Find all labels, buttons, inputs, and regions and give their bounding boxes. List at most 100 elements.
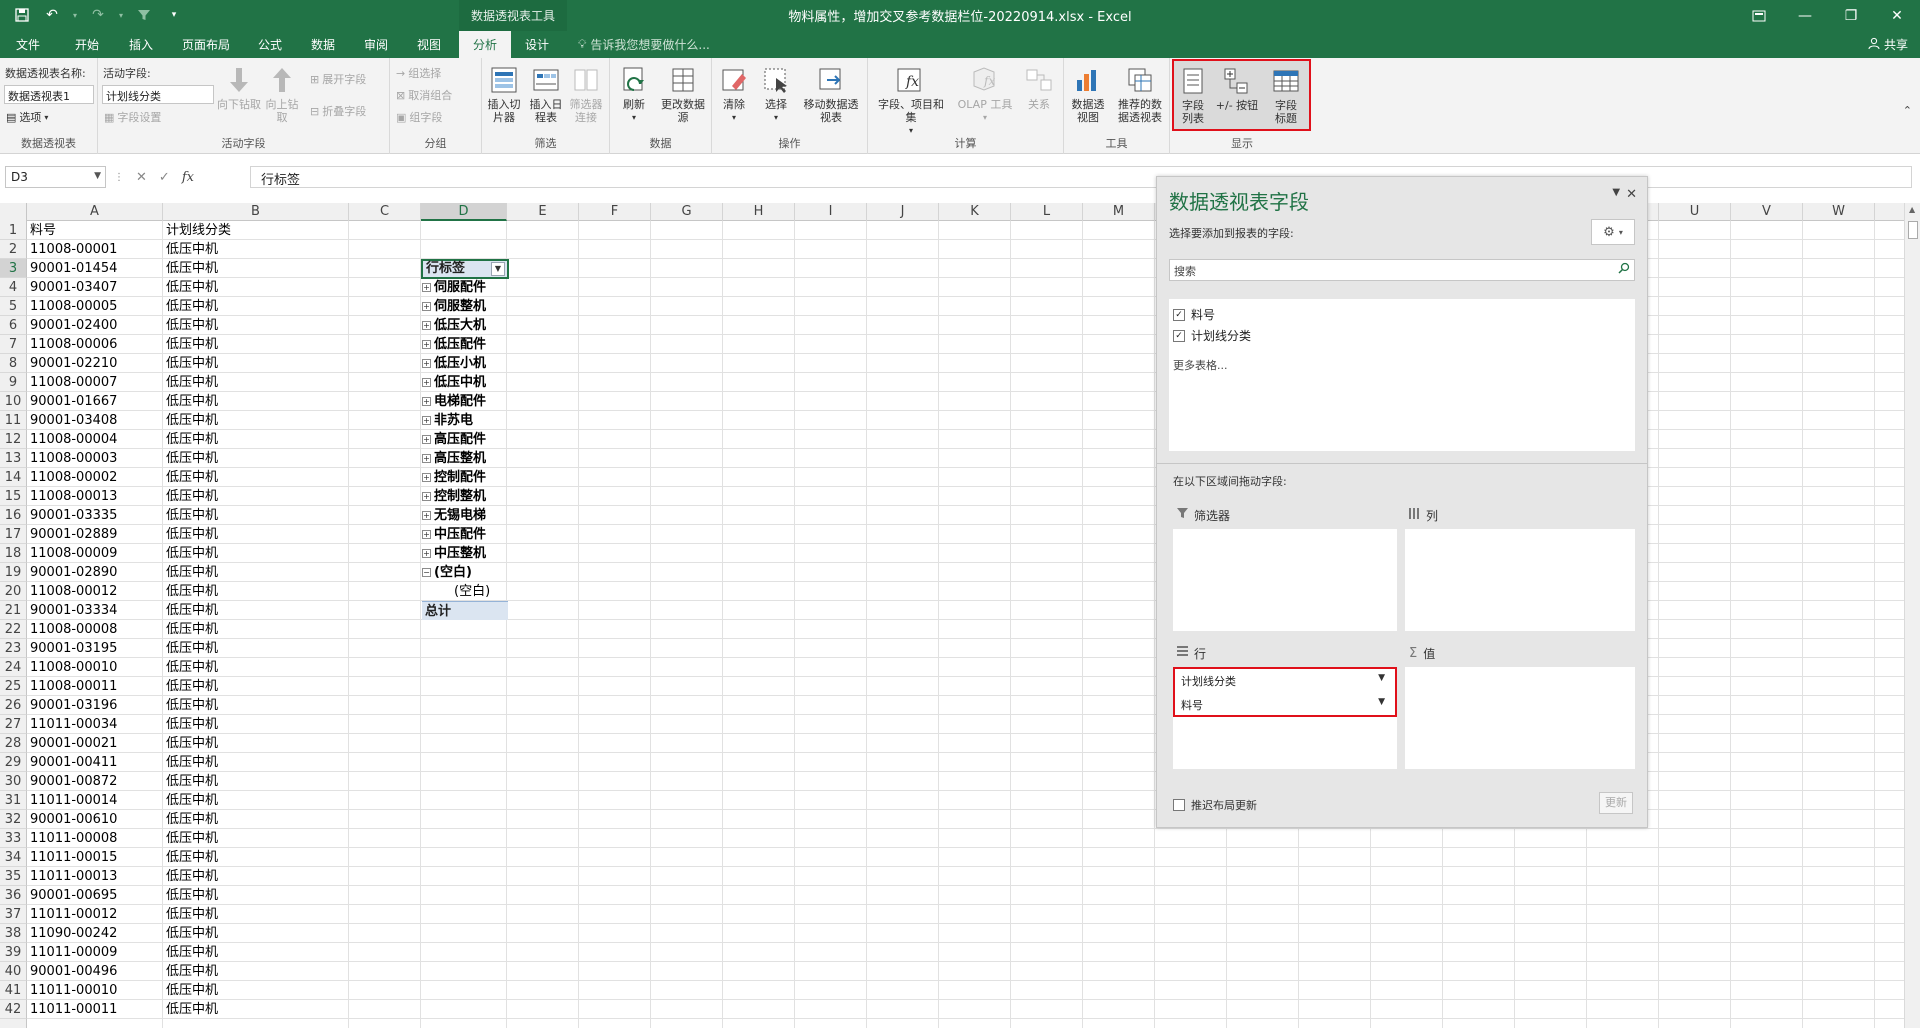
defer-update-option[interactable]: 推迟布局更新	[1173, 797, 1257, 813]
cell-b[interactable]: 低压中机	[163, 829, 349, 848]
cell-b[interactable]: 低压中机	[163, 867, 349, 886]
field-item[interactable]: ✓ 料号	[1173, 306, 1215, 323]
row-header[interactable]: 24	[0, 658, 27, 677]
pivot-chart-button[interactable]: 数据透视图	[1066, 64, 1110, 124]
pivot-name-input[interactable]: 数据透视表1	[4, 85, 94, 104]
cell-a[interactable]: 11011-00012	[27, 905, 163, 924]
checkbox-unchecked[interactable]	[1173, 799, 1185, 811]
cell-b[interactable]: 低压中机	[163, 1000, 349, 1019]
close-icon[interactable]: ✕	[1626, 187, 1637, 202]
tab-design[interactable]: 设计	[516, 31, 558, 58]
tab-insert[interactable]: 插入	[121, 31, 161, 58]
expand-icon[interactable]: +	[422, 549, 431, 558]
pivot-item[interactable]: + 高压整机	[422, 449, 508, 468]
insert-timeline-button[interactable]: 插入日程表	[526, 64, 566, 124]
cell-b[interactable]: 低压中机	[163, 677, 349, 696]
row-header[interactable]: 2	[0, 240, 27, 259]
cell-a[interactable]: 90001-02889	[27, 525, 163, 544]
pivot-item[interactable]: + 高压配件	[422, 430, 508, 449]
row-header[interactable]: 8	[0, 354, 27, 373]
expand-field-button[interactable]: ⊞ 展开字段	[310, 70, 366, 88]
cell-a[interactable]: 11008-00007	[27, 373, 163, 392]
fields-items-sets-button[interactable]: fx 字段、项目和集 ▾	[872, 64, 950, 137]
row-header[interactable]: 34	[0, 848, 27, 867]
row-header[interactable]: 14	[0, 468, 27, 487]
cell-a[interactable]: 90001-03334	[27, 601, 163, 620]
cell-b[interactable]: 低压中机	[163, 240, 349, 259]
cell-b[interactable]: 低压中机	[163, 430, 349, 449]
expand-icon[interactable]: +	[422, 492, 431, 501]
scroll-up-icon[interactable]: ▲	[1909, 205, 1915, 214]
pivot-item[interactable]: + 低压小机	[422, 354, 508, 373]
redo-icon[interactable]: ↷	[86, 4, 110, 26]
expand-icon[interactable]: +	[422, 321, 431, 330]
row-header[interactable]: 1	[0, 221, 27, 240]
pivot-item[interactable]: + 电梯配件	[422, 392, 508, 411]
group-field-button[interactable]: ▣ 组字段	[396, 108, 442, 126]
row-header[interactable]: 31	[0, 791, 27, 810]
cancel-icon[interactable]: ✕	[136, 170, 147, 185]
row-header[interactable]: 35	[0, 867, 27, 886]
column-header-d[interactable]: D	[421, 203, 507, 221]
cell-b[interactable]: 低压中机	[163, 468, 349, 487]
row-header[interactable]: 19	[0, 563, 27, 582]
values-drop-zone[interactable]	[1405, 667, 1635, 769]
close-icon[interactable]: ✕	[1874, 0, 1920, 31]
pivot-item[interactable]: + 无锡电梯	[422, 506, 508, 525]
filter-connections-button[interactable]: 筛选器连接	[568, 64, 604, 124]
plus-minus-buttons-button[interactable]: +/- 按钮	[1212, 65, 1262, 112]
active-field-input[interactable]: 计划线分类	[102, 85, 214, 104]
formula-input[interactable]: 行标签	[250, 166, 1912, 188]
cell-b[interactable]: 低压中机	[163, 373, 349, 392]
cell-a[interactable]: 11008-00006	[27, 335, 163, 354]
cell-b[interactable]: 低压中机	[163, 905, 349, 924]
row-header[interactable]: 6	[0, 316, 27, 335]
cell-b[interactable]: 低压中机	[163, 525, 349, 544]
column-header-e[interactable]: E	[507, 203, 579, 221]
collapse-field-button[interactable]: ⊟ 折叠字段	[310, 102, 366, 120]
cell-b[interactable]: 低压中机	[163, 753, 349, 772]
undo-icon[interactable]: ↶	[40, 4, 64, 26]
tab-home[interactable]: 开始	[67, 31, 107, 58]
cell-b[interactable]: 低压中机	[163, 487, 349, 506]
cell-b[interactable]: 低压中机	[163, 601, 349, 620]
values-area[interactable]: Σ 值	[1405, 643, 1635, 769]
pivot-item[interactable]: + 中压配件	[422, 525, 508, 544]
cell-a[interactable]: 11008-00004	[27, 430, 163, 449]
cell-a[interactable]: 11008-00008	[27, 620, 163, 639]
tab-data[interactable]: 数据	[303, 31, 343, 58]
cell-b[interactable]: 低压中机	[163, 259, 349, 278]
cell-a[interactable]: 11008-00009	[27, 544, 163, 563]
expand-icon[interactable]: +	[422, 397, 431, 406]
expand-icon[interactable]: +	[422, 283, 431, 292]
save-icon[interactable]	[10, 4, 34, 26]
filter-icon[interactable]	[132, 4, 156, 26]
pivot-item[interactable]: + 低压中机	[422, 373, 508, 392]
row-header[interactable]: 4	[0, 278, 27, 297]
field-settings-button[interactable]: ▦ 字段设置	[104, 108, 161, 126]
select-button[interactable]: 选择 ▾	[756, 64, 796, 124]
cell-a[interactable]: 11008-00001	[27, 240, 163, 259]
row-header[interactable]: 23	[0, 639, 27, 658]
row-header[interactable]: 26	[0, 696, 27, 715]
pane-tools-button[interactable]: ⚙ ▾	[1591, 219, 1635, 245]
row-header[interactable]: 18	[0, 544, 27, 563]
customize-qat-icon[interactable]: ▾	[162, 4, 186, 26]
cell-a[interactable]: 11008-00003	[27, 449, 163, 468]
column-header-f[interactable]: F	[579, 203, 651, 221]
cell-a[interactable]: 90001-02890	[27, 563, 163, 582]
cell-a[interactable]: 90001-00872	[27, 772, 163, 791]
cell-b[interactable]: 低压中机	[163, 734, 349, 753]
row-header[interactable]: 10	[0, 392, 27, 411]
cell-b[interactable]: 低压中机	[163, 411, 349, 430]
expand-icon[interactable]: +	[422, 302, 431, 311]
cell-a[interactable]: 11008-00011	[27, 677, 163, 696]
pivot-item[interactable]: + 非苏电	[422, 411, 508, 430]
field-headers-button[interactable]: 字段标题	[1268, 65, 1304, 125]
vertical-scrollbar[interactable]: ▲	[1904, 203, 1920, 1028]
column-header-c[interactable]: C	[349, 203, 421, 221]
row-header[interactable]: 21	[0, 601, 27, 620]
field-list-button[interactable]: 字段列表	[1178, 65, 1208, 125]
cell-b[interactable]: 低压中机	[163, 449, 349, 468]
row-header[interactable]: 25	[0, 677, 27, 696]
